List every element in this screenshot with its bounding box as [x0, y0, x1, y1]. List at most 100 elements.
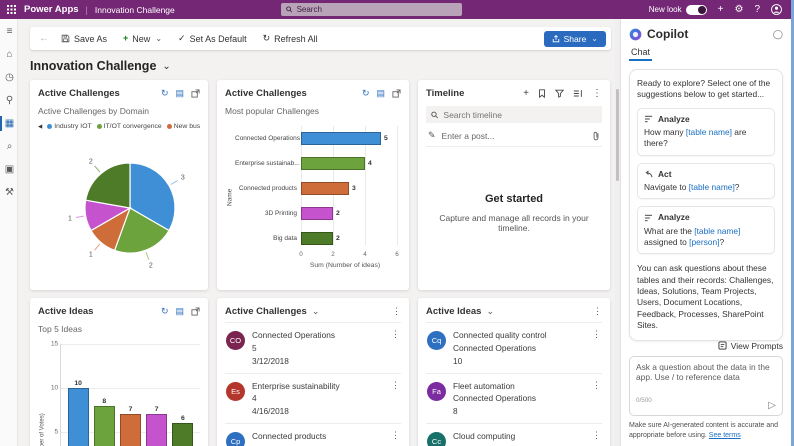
- list-item[interactable]: CO Connected Operations 5 3/12/2018 ⋮: [225, 322, 401, 373]
- add-icon[interactable]: +: [718, 5, 724, 15]
- add-post-icon[interactable]: +: [523, 89, 529, 99]
- apps-icon-selected[interactable]: ▦: [0, 116, 17, 131]
- pie-chart: 32112: [38, 132, 200, 274]
- tools-icon[interactable]: ⚒: [0, 185, 17, 200]
- app-shell: ≡ ⌂ ◷ ⚲ ▦ ⌕ ▣ ⚒ ← Save As + New ⌄: [0, 19, 791, 446]
- sort-timeline-icon[interactable]: [573, 89, 583, 98]
- timeline-search-input[interactable]: [443, 110, 597, 120]
- report-icon[interactable]: ▤: [376, 89, 385, 98]
- gear-icon[interactable]: ⚙: [734, 5, 743, 15]
- more-icon[interactable]: ⋮: [391, 329, 400, 368]
- refresh-icon[interactable]: ↻: [161, 89, 169, 98]
- more-icon[interactable]: ⋮: [391, 430, 400, 446]
- view-prompts-button[interactable]: View Prompts: [718, 341, 783, 351]
- popout-icon[interactable]: [191, 307, 200, 316]
- hbar-chart: NameConnected Operations5Enterprise sust…: [225, 126, 401, 269]
- list-item[interactable]: Cp Connected products 3 10/1/2018 ⋮: [225, 423, 401, 446]
- legend-prev-icon[interactable]: ◀: [38, 124, 42, 130]
- account-avatar-icon[interactable]: [771, 4, 782, 15]
- list-item[interactable]: Cc Cloud computing Servitization 7 ⋮: [426, 423, 602, 446]
- post-input[interactable]: Enter a post...: [442, 131, 586, 141]
- legend-dot: [47, 124, 52, 129]
- nav-search-icon[interactable]: ⌕: [0, 139, 17, 154]
- see-terms-link[interactable]: See terms: [709, 432, 741, 439]
- avatar: Es: [226, 382, 245, 401]
- item-title: Connected Operations: [252, 329, 384, 342]
- chart-subtitle: Top 5 Ideas: [38, 324, 200, 334]
- refresh-icon[interactable]: ↻: [161, 307, 169, 316]
- more-icon[interactable]: ⋮: [592, 380, 601, 419]
- more-icon[interactable]: ⋮: [592, 430, 601, 446]
- svg-text:2: 2: [89, 158, 93, 165]
- chevron-down-icon[interactable]: ⌄: [162, 61, 170, 72]
- copilot-input[interactable]: [636, 362, 776, 392]
- app-header: Power Apps | Innovation Challenge New lo…: [0, 0, 791, 19]
- global-search-input[interactable]: [297, 5, 457, 14]
- new-look-toggle[interactable]: [686, 5, 707, 15]
- copilot-intro: Ready to explore? Select one of the sugg…: [637, 78, 775, 101]
- list-item[interactable]: Cq Connected quality control Connected O…: [426, 322, 602, 373]
- filter-icon[interactable]: [555, 89, 564, 98]
- page-title-row: Innovation Challenge ⌄: [30, 59, 615, 73]
- empty-state-subtitle: Capture and manage all records in your t…: [426, 213, 602, 233]
- more-icon[interactable]: ⋮: [592, 89, 602, 99]
- card-title: Active Ideas: [38, 306, 93, 317]
- save-as-button[interactable]: Save As: [53, 27, 115, 50]
- chart-subtitle: Most popular Challenges: [225, 106, 401, 116]
- analyze-icon: [644, 214, 653, 222]
- report-icon[interactable]: ▤: [175, 307, 184, 316]
- item-date: 3/12/2018: [252, 355, 384, 368]
- set-as-default-button[interactable]: ✓ Set As Default: [170, 27, 255, 50]
- home-icon[interactable]: ⌂: [0, 47, 17, 62]
- chevron-down-icon: ⌄: [591, 34, 598, 43]
- report-icon[interactable]: ▤: [175, 89, 184, 98]
- suggestion-text: Navigate to [table name]?: [644, 182, 768, 193]
- suggestion-act[interactable]: Act Navigate to [table name]?: [637, 163, 775, 200]
- send-icon[interactable]: ▷: [768, 401, 776, 411]
- recent-icon[interactable]: ◷: [0, 70, 17, 85]
- more-icon[interactable]: ⋮: [592, 329, 601, 368]
- list-item[interactable]: Fa Fleet automation Connected Operations…: [426, 373, 602, 424]
- chevron-down-icon[interactable]: ⌄: [312, 306, 320, 317]
- expand-icon[interactable]: ◯: [773, 29, 783, 40]
- new-button[interactable]: + New ⌄: [115, 27, 170, 50]
- refresh-icon[interactable]: ↻: [362, 89, 370, 98]
- more-icon[interactable]: ⋮: [391, 380, 400, 419]
- timeline-search[interactable]: [426, 106, 602, 123]
- item-title: Cloud computing: [453, 430, 585, 443]
- share-button[interactable]: Share ⌄: [544, 31, 606, 47]
- menu-icon[interactable]: ≡: [0, 24, 17, 39]
- solutions-icon[interactable]: ▣: [0, 162, 17, 177]
- popout-icon[interactable]: [191, 89, 200, 98]
- waffle-grid-icon: [7, 5, 16, 14]
- suggestion-analyze-2[interactable]: Analyze What are the [table name] assign…: [637, 206, 775, 254]
- help-icon[interactable]: ?: [754, 5, 760, 15]
- scrollbar-thumb[interactable]: [616, 89, 619, 181]
- legend-label: New busin: [174, 123, 200, 130]
- chevron-down-icon[interactable]: ⌄: [486, 306, 494, 317]
- plus-icon: +: [123, 34, 128, 43]
- product-name[interactable]: Power Apps: [24, 4, 79, 15]
- save-icon: [61, 34, 70, 43]
- suggestion-analyze-1[interactable]: Analyze How many [table name] are there?: [637, 108, 775, 156]
- refresh-all-button[interactable]: ↻ Refresh All: [255, 27, 326, 50]
- bookmark-icon[interactable]: [538, 89, 546, 98]
- pinned-icon[interactable]: ⚲: [0, 93, 17, 108]
- header-divider: |: [86, 5, 88, 15]
- back-icon[interactable]: ←: [35, 33, 53, 44]
- card-title: Active Challenges: [225, 88, 307, 99]
- item-count: 8: [453, 405, 585, 418]
- waffle-icon[interactable]: [0, 0, 22, 19]
- tab-chat[interactable]: Chat: [629, 47, 652, 61]
- more-icon[interactable]: ⋮: [593, 306, 602, 317]
- more-icon[interactable]: ⋮: [392, 306, 401, 317]
- item-title: Connected products: [252, 430, 384, 443]
- pie-legend: ◀ Industry IOT IT/OT convergence New bus…: [38, 123, 200, 130]
- list-item[interactable]: Es Enterprise sustainability 4 4/16/2018…: [225, 373, 401, 424]
- act-icon: [644, 170, 653, 178]
- popout-icon[interactable]: [392, 89, 401, 98]
- avatar: CO: [226, 331, 245, 350]
- paperclip-icon[interactable]: [592, 131, 600, 141]
- new-look-label: New look: [649, 5, 682, 14]
- global-search[interactable]: [281, 3, 462, 16]
